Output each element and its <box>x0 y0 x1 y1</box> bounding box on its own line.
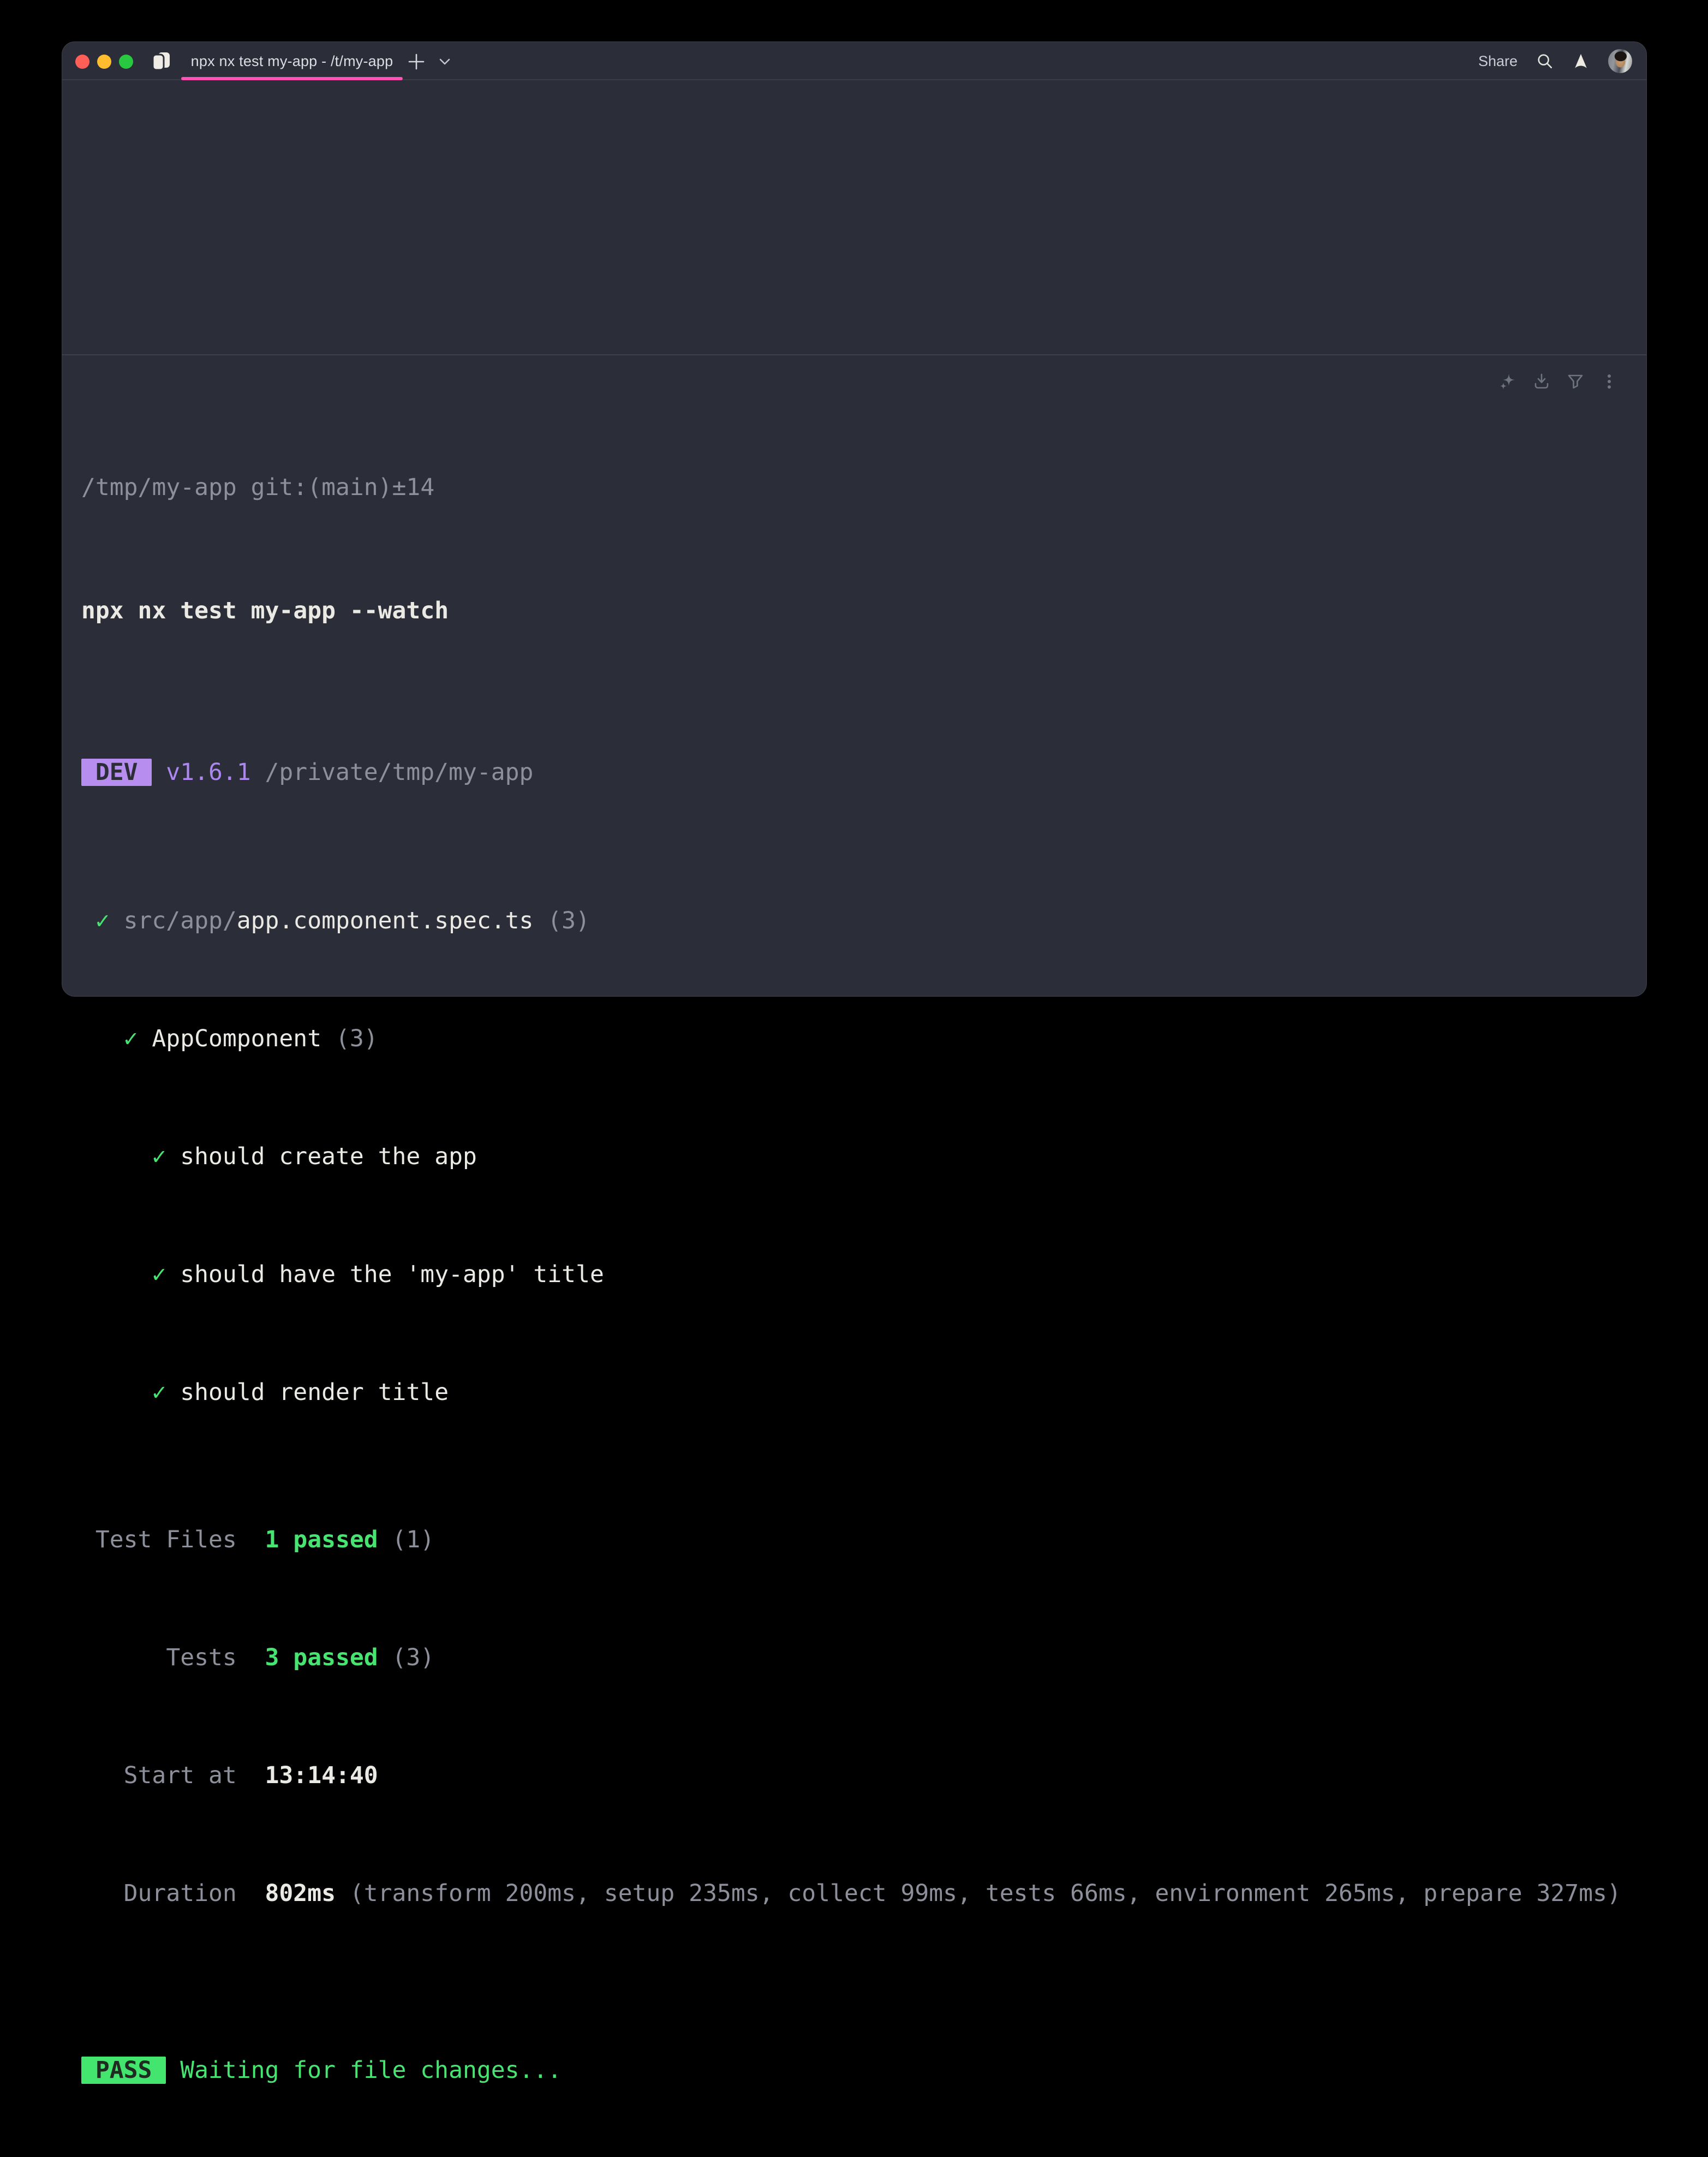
command-line: npx nx test my-app --watch <box>81 596 1627 625</box>
check-icon: ✓ <box>95 907 110 934</box>
active-tab-indicator <box>181 77 403 80</box>
check-icon: ✓ <box>152 1261 166 1288</box>
test-file-line: ✓ src/app/app.component.spec.ts (3) <box>81 906 1627 936</box>
titlebar-right-controls: Share <box>1478 42 1632 80</box>
prompt-line: /tmp/my-app git:(main)±14 <box>81 473 1627 502</box>
pass-badge: PASS <box>81 2057 166 2084</box>
test-suite-name: AppComponent <box>152 1025 321 1052</box>
test-case-line: ✓ should create the app <box>81 1142 1627 1171</box>
test-case-name: should create the app <box>180 1143 477 1170</box>
user-avatar[interactable] <box>1608 49 1632 73</box>
check-icon: ✓ <box>152 1379 166 1406</box>
test-file-dir: src/app/ <box>124 907 237 934</box>
terminal-output: /tmp/my-app git:(main)±14 npx nx test my… <box>81 384 1627 2157</box>
block-divider <box>62 354 1646 355</box>
zoom-window-button[interactable] <box>119 55 133 69</box>
terminal-tab[interactable]: npx nx test my-app - /t/my-app <box>181 42 403 80</box>
vitest-header-line: DEV v1.6.1/private/tmp/my-app <box>81 758 1627 787</box>
vitest-version: v1.6.1 <box>166 759 250 786</box>
summary-tests-line: Tests 3 passed (3) <box>81 1643 1627 1672</box>
vitest-cwd: /private/tmp/my-app <box>265 759 534 786</box>
pass-status-line: PASS Waiting for file changes... <box>81 2055 1627 2085</box>
summary-start-value: 13:14:40 <box>265 1762 378 1789</box>
title-bar: npx nx test my-app - /t/my-app Share <box>62 42 1646 80</box>
test-file-count: (3) <box>547 907 590 934</box>
summary-tests-value: 3 passed <box>265 1644 378 1671</box>
summary-files-value: 1 passed <box>265 1526 378 1553</box>
summary-files-label: Test Files <box>81 1525 237 1554</box>
summary-tests-count: (3) <box>392 1644 435 1671</box>
check-icon: ✓ <box>152 1143 166 1170</box>
test-case-line: ✓ should have the 'my-app' title <box>81 1260 1627 1289</box>
tab-overview-icon[interactable] <box>151 51 172 71</box>
close-window-button[interactable] <box>75 55 89 69</box>
summary-files-count: (1) <box>392 1526 435 1553</box>
summary-files-line: Test Files 1 passed (1) <box>81 1525 1627 1554</box>
test-file-name: app.component.spec.ts <box>237 907 534 934</box>
traffic-lights <box>75 55 133 69</box>
summary-duration-value: 802ms <box>265 1880 336 1907</box>
check-icon: ✓ <box>124 1025 138 1052</box>
tab-title: npx nx test my-app - /t/my-app <box>181 42 403 80</box>
summary-start-label: Start at <box>81 1761 237 1790</box>
summary-start-line: Start at 13:14:40 <box>81 1761 1627 1790</box>
dev-badge: DEV <box>81 759 152 786</box>
test-case-line: ✓ should render title <box>81 1378 1627 1407</box>
test-suite-line: ✓ AppComponent (3) <box>81 1024 1627 1053</box>
summary-duration-label: Duration <box>81 1879 237 1908</box>
chevron-down-icon[interactable] <box>437 55 453 68</box>
test-case-name: should render title <box>180 1379 449 1406</box>
warp-logo-icon[interactable] <box>1572 52 1590 70</box>
new-tab-button[interactable] <box>406 51 427 72</box>
test-case-name: should have the 'my-app' title <box>180 1261 604 1288</box>
search-icon[interactable] <box>1536 52 1554 70</box>
test-suite-count: (3) <box>336 1025 378 1052</box>
share-button[interactable]: Share <box>1478 53 1518 70</box>
minimize-window-button[interactable] <box>97 55 111 69</box>
summary-tests-label: Tests <box>81 1643 237 1672</box>
summary-duration-line: Duration 802ms (transform 200ms, setup 235… <box>81 1879 1627 1908</box>
warp-terminal-window: npx nx test my-app - /t/my-app Share <box>62 41 1647 997</box>
waiting-message: Waiting for file changes... <box>180 2057 562 2084</box>
summary-duration-detail: (transform 200ms, setup 235ms, collect 9… <box>350 1880 1621 1907</box>
